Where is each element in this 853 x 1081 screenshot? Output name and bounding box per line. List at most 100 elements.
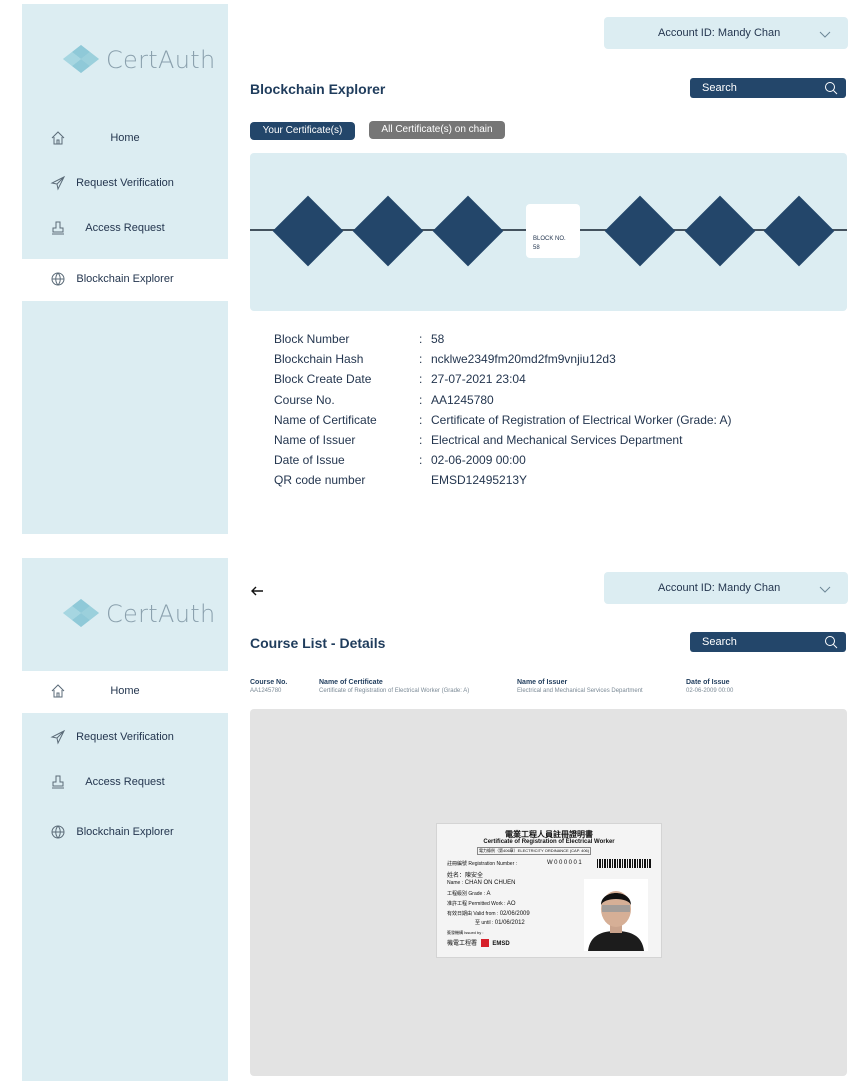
card-name-value: CHAN ON CHUEN [464, 880, 516, 886]
sidebar-item-label: Home [110, 132, 140, 144]
detail-separator: : [419, 453, 423, 468]
block-no-label: BLOCK NO. [533, 236, 566, 242]
sidebar-item-label: Access Request [85, 222, 165, 234]
card-valid-to: 01/06/2012 [494, 920, 525, 926]
selected-block[interactable]: BLOCK NO. 58 [526, 204, 580, 258]
logo[interactable]: CertAuth [62, 594, 222, 634]
column-value: AA1245780 [250, 688, 282, 694]
card-name-row: Name : CHAN ON CHUEN [447, 880, 515, 886]
card-valid-from-row: 有效日期由 Valid from : 02/06/2009 [447, 910, 530, 917]
card-valid-to-label: 至 until : [475, 920, 494, 926]
block-diamond[interactable] [352, 195, 424, 267]
column-certificate-name: Name of Certificate Certificate of Regis… [319, 679, 469, 695]
back-arrow-icon[interactable] [250, 584, 264, 598]
search-icon [825, 636, 838, 649]
detail-row: Name of Issuer: Electrical and Mechanical… [274, 433, 732, 453]
blockchain-visualization: BLOCK NO. 58 [250, 153, 847, 311]
card-valid-from: 02/06/2009 [499, 911, 530, 917]
block-diamond[interactable] [272, 195, 344, 267]
tab-your-certificates[interactable]: Your Certificate(s) [250, 122, 355, 140]
column-date-of-issue: Date of Issue 02-06-2009 00:00 [686, 679, 733, 695]
page-title: Course List - Details [250, 635, 386, 651]
card-issuer-zh: 機電工程署 [447, 941, 478, 947]
detail-label: Block Create Date [274, 372, 372, 387]
detail-row: Date of Issue:02-06-2009 00:00 [274, 453, 732, 473]
block-diamond[interactable] [684, 195, 756, 267]
holder-photo [584, 879, 648, 951]
emsd-logo-icon [480, 939, 489, 948]
card-title-en: Certificate of Registration of Electrica… [483, 839, 615, 845]
tab-all-certificates[interactable]: All Certificate(s) on chain [369, 121, 505, 139]
card-ordinance: 電力條例（第406章）ELECTRICITY ORDINANCE (CAP. 4… [477, 847, 592, 855]
block-diamond[interactable] [604, 195, 676, 267]
logo-icon [63, 599, 99, 627]
sidebar-item-label: Home [110, 685, 140, 697]
detail-value: ncklwe2349fm20md2fm9vnjiu12d3 [431, 352, 616, 367]
detail-label: Date of Issue [274, 453, 345, 468]
block-details: Block Number:58 Blockchain Hash: ncklwe23… [274, 332, 732, 494]
detail-row: QR code number EMSD12495213Y [274, 473, 732, 493]
column-value: 02-06-2009 00:00 [686, 688, 734, 694]
detail-label: Course No. [274, 392, 335, 407]
detail-row: Blockchain Hash: ncklwe2349fm20md2fm9vnji… [274, 352, 732, 372]
chevron-down-icon [819, 31, 831, 38]
barcode [597, 859, 651, 868]
detail-value: Certificate of Registration of Electrica… [431, 412, 732, 427]
block-no-value: 58 [533, 245, 540, 251]
detail-label: Name of Certificate [274, 412, 377, 427]
page-title: Blockchain Explorer [250, 81, 386, 97]
search-placeholder: Search [702, 82, 737, 94]
search-input[interactable]: Search [690, 78, 846, 98]
logo[interactable]: CertAuth [62, 40, 222, 80]
search-input[interactable]: Search [690, 632, 846, 652]
column-issuer: Name of Issuer Electrical and Mechanical… [517, 679, 643, 695]
sidebar-item-request-verification[interactable]: Request Verification [22, 717, 228, 759]
card-grade-value: A [486, 891, 491, 897]
card-name-zh-value: 陳安全 [465, 873, 484, 879]
account-label: Account ID: Mandy Chan [658, 582, 781, 594]
detail-separator: : [419, 432, 423, 447]
column-header: Date of Issue [686, 679, 730, 686]
brand-name: CertAuth [106, 46, 216, 74]
sidebar-item-home[interactable]: Home [22, 671, 228, 713]
sidebar: CertAuth Home Request Verification Acces… [22, 558, 228, 1081]
sidebar-item-access-request[interactable]: Access Request [22, 762, 228, 804]
detail-separator: : [419, 392, 423, 407]
sidebar-item-label: Blockchain Explorer [76, 826, 174, 838]
card-valid-from-label: 有效日期由 Valid from : [447, 911, 499, 917]
block-diamond[interactable] [763, 195, 835, 267]
column-course-no: Course No. AA1245780 [250, 679, 287, 695]
sidebar-item-home[interactable]: Home [22, 118, 228, 160]
chevron-down-icon [819, 586, 831, 593]
card-name-zh-label: 姓名： [447, 873, 466, 879]
sidebar-item-blockchain-explorer[interactable]: Blockchain Explorer [22, 812, 228, 854]
card-issued-label: 簽發機構 Issued by : [447, 930, 484, 935]
search-placeholder: Search [702, 636, 737, 648]
detail-separator: : [419, 352, 423, 367]
detail-row: Name of Certificate: Certificate of Regis… [274, 413, 732, 433]
account-dropdown[interactable]: Account ID: Mandy Chan [604, 17, 848, 49]
sidebar-item-blockchain-explorer[interactable]: Blockchain Explorer [22, 259, 228, 301]
sidebar: CertAuth Home Request Verification Acces… [22, 4, 228, 534]
block-diamond[interactable] [432, 195, 504, 267]
detail-value: 58 [431, 332, 445, 346]
card-issuer-logo-text: EMSD [492, 941, 510, 947]
sidebar-item-access-request[interactable]: Access Request [22, 208, 228, 250]
sidebar-item-request-verification[interactable]: Request Verification [22, 163, 228, 205]
detail-value: EMSD12495213Y [431, 473, 528, 488]
column-value: Electrical and Mechanical Services Depar… [517, 688, 643, 694]
card-work-value: AO [506, 901, 516, 907]
sidebar-item-label: Request Verification [76, 177, 174, 189]
card-grade-label: 工程級別 Grade : [447, 891, 486, 897]
detail-row: Block Create Date:27-07-2021 23:04 [274, 372, 732, 392]
card-reg-label: 註冊編號 Registration Number : [447, 861, 518, 867]
account-dropdown[interactable]: Account ID: Mandy Chan [604, 572, 848, 604]
search-icon [825, 82, 838, 95]
card-name-label: Name : [447, 880, 464, 886]
card-work-row: 准許工程 Permitted Work : AO [447, 900, 516, 907]
detail-row: Block Number:58 [274, 332, 732, 352]
card-valid-to-row: 至 until : 01/06/2012 [475, 919, 525, 926]
detail-value: 02-06-2009 00:00 [431, 453, 526, 468]
certificate-card-image[interactable]: 電業工程人員註冊證明書 Certificate of Registration … [436, 823, 662, 958]
card-grade-row: 工程級別 Grade : A [447, 890, 490, 897]
